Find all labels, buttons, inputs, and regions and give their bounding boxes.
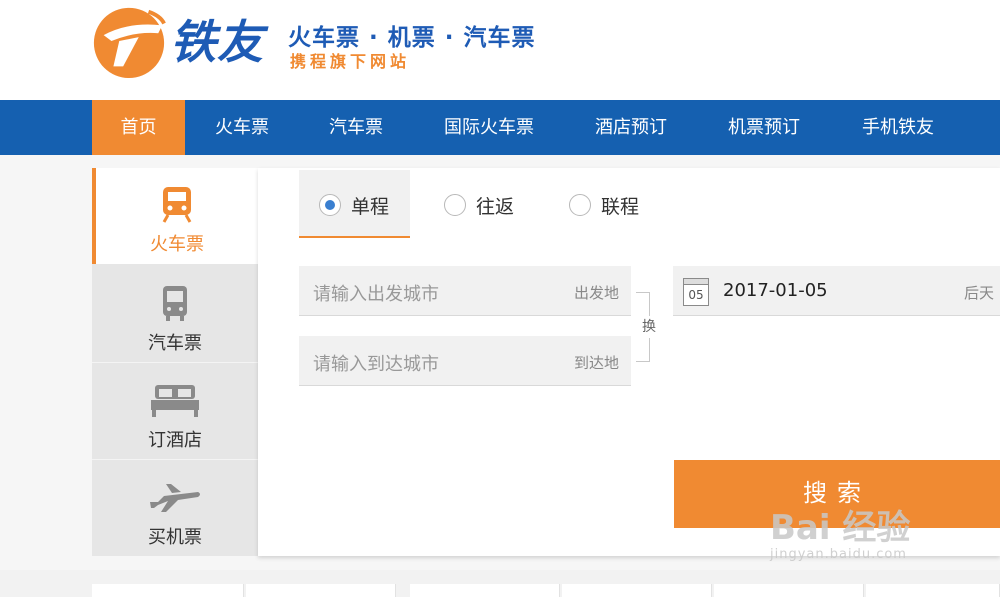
sidebar-item-label: 汽车票 [148, 333, 202, 354]
trip-type-label: 往返 [476, 196, 515, 218]
logo-text[interactable]: 铁友 [170, 6, 264, 72]
train-icon [162, 187, 192, 223]
bed-icon [151, 385, 199, 417]
watermark-main: Bai 经验 [770, 508, 911, 548]
sidebar-item-label: 火车票 [150, 234, 204, 255]
sidebar-item-hotel[interactable]: 订酒店 [92, 364, 258, 460]
nav-item-intl-train[interactable]: 国际火车票 [425, 100, 553, 155]
sidebar-item-flight[interactable]: 买机票 [92, 461, 258, 557]
bottom-card [714, 584, 864, 597]
swap-cities-button[interactable]: 换 [638, 316, 660, 338]
sidebar-item-label: 订酒店 [148, 430, 202, 451]
watermark-sub: jingyan.baidu.com [770, 547, 907, 562]
sidebar-item-train[interactable]: 火车票 [92, 168, 258, 264]
subtagline: 携程旗下网站 [290, 52, 411, 71]
bottom-card [410, 584, 560, 597]
departure-date-input[interactable]: 05 2017-01-05 后天 [673, 266, 1000, 316]
product-sidebar: 火车票 汽车票 订酒店 买机票 [92, 168, 258, 556]
departure-placeholder: 请输入出发城市 [313, 284, 439, 305]
arrival-tag: 到达地 [573, 354, 619, 372]
trip-type-multi[interactable]: 联程 [555, 170, 665, 238]
bottom-card [562, 584, 712, 597]
arrival-placeholder: 请输入到达城市 [313, 354, 439, 375]
trip-type-oneway[interactable]: 单程 [299, 170, 410, 238]
main-nav: 首页 火车票 汽车票 国际火车票 酒店预订 机票预订 手机铁友 [0, 100, 1000, 155]
tagline: 火车票 · 机票 · 汽车票 [288, 25, 536, 51]
departure-city-input[interactable]: 请输入出发城市 出发地 [299, 266, 631, 316]
sidebar-item-bus[interactable]: 汽车票 [92, 267, 258, 363]
logo-icon[interactable] [90, 2, 168, 80]
nav-item-hotel[interactable]: 酒店预订 [578, 100, 684, 155]
date-value: 2017-01-05 [723, 280, 828, 301]
sidebar-item-label: 买机票 [148, 527, 202, 548]
radio-button[interactable] [569, 194, 591, 216]
bottom-card [246, 584, 396, 597]
trip-type-label: 单程 [351, 196, 390, 218]
radio-button[interactable] [319, 194, 341, 216]
site-header: 铁友 火车票 · 机票 · 汽车票 携程旗下网站 [0, 0, 1000, 100]
nav-item-train[interactable]: 火车票 [195, 100, 289, 155]
nav-item-bus[interactable]: 汽车票 [310, 100, 402, 155]
calendar-day: 05 [688, 288, 704, 302]
arrival-city-input[interactable]: 请输入到达城市 到达地 [299, 336, 631, 386]
nav-item-mobile[interactable]: 手机铁友 [845, 100, 951, 155]
date-relative: 后天 [963, 284, 994, 302]
calendar-icon: 05 [683, 278, 709, 306]
plane-icon [150, 484, 200, 512]
watermark: Bai 经验 jingyan.baidu.com [770, 500, 910, 562]
trip-type-roundtrip[interactable]: 往返 [430, 170, 540, 238]
departure-tag: 出发地 [573, 284, 619, 302]
bottom-card [866, 584, 1000, 597]
radio-button[interactable] [444, 194, 466, 216]
nav-item-home[interactable]: 首页 [92, 100, 185, 155]
trip-type-label: 联程 [601, 196, 640, 218]
bus-icon [163, 286, 187, 321]
nav-item-flight[interactable]: 机票预订 [710, 100, 818, 155]
bottom-card [92, 584, 244, 597]
